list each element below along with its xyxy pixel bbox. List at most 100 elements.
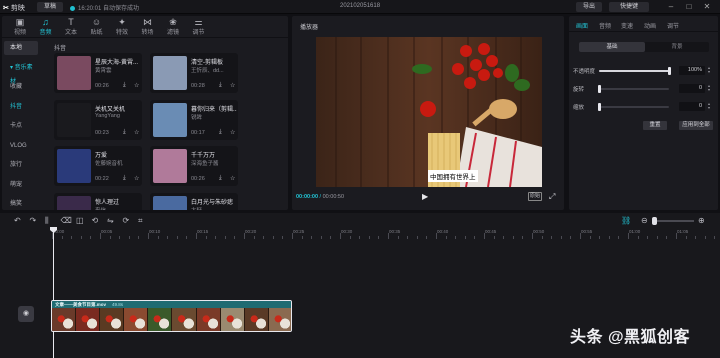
property-value-input[interactable]: 0 [679, 102, 705, 111]
slider-knob[interactable] [597, 103, 601, 111]
inspector-tab[interactable]: 调节 [667, 21, 679, 30]
apply-to-all-button[interactable]: 应用到全部 [679, 121, 713, 130]
video-preview[interactable]: 中国拥有世界上 [316, 37, 542, 187]
minimize-icon[interactable]: – [665, 2, 677, 12]
star-icon[interactable]: ☆ [134, 175, 139, 182]
maximize-icon[interactable]: □ [683, 2, 695, 12]
music-thumbnail [57, 195, 91, 210]
playhead[interactable] [53, 229, 54, 358]
play-button[interactable]: ▶ [422, 192, 428, 201]
ruler-tick [234, 236, 236, 239]
app-name: 剪映 [10, 5, 25, 12]
star-icon[interactable]: ☆ [230, 175, 235, 182]
category-item[interactable]: 收藏 [4, 80, 38, 94]
music-item[interactable]: 清空-剪辑板 王忻辰、dd... 00:28 ⤓ ☆ [150, 53, 238, 93]
music-item[interactable]: 白月光与朱砂痣大籽⤓☆ [150, 192, 238, 210]
draft-menu-button[interactable]: 草稿 [37, 2, 63, 12]
inspector-tab[interactable]: 动画 [644, 21, 656, 30]
property-slider[interactable] [599, 67, 671, 75]
download-icon[interactable]: ⤓ [123, 129, 126, 136]
category-item[interactable]: 抖音 [4, 100, 38, 114]
star-icon[interactable]: ☆ [230, 82, 235, 89]
reverse-icon[interactable]: ⟲ [92, 216, 99, 225]
fullscreen-icon[interactable]: ⤢ [549, 192, 555, 202]
tab-text[interactable]: T 文本 [59, 17, 83, 36]
category-item[interactable]: 旅行 [4, 158, 38, 172]
inspector-tab[interactable]: 画面 [576, 21, 588, 30]
stepper-arrows-icon[interactable]: ▴ ▾ [708, 66, 710, 74]
star-icon[interactable]: ☆ [230, 129, 235, 136]
tab-sparkle[interactable]: ✦ 特效 [110, 17, 134, 36]
zoom-in-icon[interactable]: ⊕ [698, 216, 705, 225]
property-value-input[interactable]: 100% [679, 66, 705, 75]
music-item[interactable]: 惊人理过来信⤓☆ [54, 192, 142, 210]
clip-frame-thumbnail [244, 308, 269, 331]
tab-transition[interactable]: ⋈ 转场 [136, 17, 160, 36]
download-icon[interactable]: ⤓ [219, 175, 222, 182]
export-button[interactable]: 导出 [576, 2, 602, 12]
music-artist: 王忻辰、dd... [191, 68, 224, 74]
download-icon[interactable]: ⤓ [219, 82, 222, 89]
ruler-tick [138, 236, 140, 239]
zoom-slider[interactable] [652, 217, 694, 225]
close-icon[interactable]: ✕ [701, 2, 713, 12]
tab-sticker[interactable]: ☺ 贴纸 [85, 17, 109, 36]
music-item[interactable]: 关机又关机 YangYang 00:23 ⤓ ☆ [54, 99, 142, 140]
segment-basic[interactable]: 基础 [579, 42, 645, 52]
zoom-out-icon[interactable]: ⊖ [641, 216, 648, 225]
category-item[interactable]: 萌宠 [4, 178, 38, 192]
slider-knob[interactable] [597, 85, 601, 93]
star-icon[interactable]: ☆ [134, 82, 139, 89]
rotate-icon[interactable]: ⟳ [123, 216, 130, 225]
link-icon[interactable]: ⛓ [621, 216, 631, 225]
tab-adjust[interactable]: ⚌ 调节 [187, 17, 211, 36]
music-title: 星辰大海-黄霄... [95, 60, 138, 66]
video-clip[interactable]: 文章——美食节目第.mov 49.8s [51, 300, 292, 332]
download-icon[interactable]: ⤓ [219, 129, 222, 136]
download-icon[interactable]: ⤓ [123, 82, 126, 89]
download-icon[interactable]: ⤓ [123, 175, 126, 182]
tab-music-note[interactable]: ♫ 音频 [34, 17, 58, 36]
shortcut-button[interactable]: 快捷键 [609, 2, 649, 12]
delete-icon[interactable]: ⌫ [61, 216, 72, 225]
category-item[interactable]: 搞笑 [4, 197, 38, 211]
category-list: 本地 ▾ 音乐素材 收藏抖音卡点 VLOG 旅行萌宠搞笑 [2, 38, 38, 210]
tab-label: 滤镜 [166, 30, 179, 36]
music-duration: 00:26 [95, 83, 109, 89]
stepper-arrows-icon[interactable]: ▴ ▾ [708, 102, 710, 110]
music-item[interactable]: 千千万万 深海鱼子酱 00:26 ⤓ ☆ [150, 146, 238, 186]
segment-background[interactable]: 背景 [645, 42, 709, 52]
aspect-ratio-button[interactable]: 原始 [528, 192, 542, 201]
split-icon[interactable]: ⫼ [45, 216, 49, 226]
music-item[interactable]: 暮你归来（剪辑... 锐眸 00:17 ⤓ ☆ [150, 99, 238, 140]
tab-filter[interactable]: ❀ 滤镜 [161, 17, 185, 36]
zoom-slider-knob[interactable] [652, 217, 657, 225]
music-item[interactable]: 星辰大海-黄霄... 黄霄雲 00:26 ⤓ ☆ [54, 53, 142, 93]
category-item[interactable]: VLOG [4, 139, 38, 153]
ruler-label: 00:20 [245, 229, 257, 234]
category-item[interactable]: 本地 [4, 41, 38, 55]
clip-frame-thumbnail [220, 308, 245, 331]
property-slider[interactable] [597, 103, 669, 111]
redo-icon[interactable]: ↷ [30, 216, 37, 225]
tab-video[interactable]: ▣ 视频 [8, 17, 32, 36]
category-item[interactable]: ▾ 音乐素材 [4, 61, 38, 85]
ruler-tick [340, 233, 341, 239]
inspector-tab[interactable]: 变速 [621, 21, 633, 30]
property-value-input[interactable]: 0 [679, 84, 705, 93]
inspector-tab[interactable]: 音频 [599, 21, 611, 30]
stepper-arrows-icon[interactable]: ▴ ▾ [708, 84, 710, 92]
subtitle-text[interactable]: 中国拥有世界上 [428, 170, 478, 182]
property-slider[interactable] [597, 85, 669, 93]
category-item[interactable]: 卡点 [4, 119, 38, 133]
track-cover-icon[interactable]: ◉ [18, 306, 34, 322]
crop-icon[interactable]: ⌗ [138, 216, 143, 226]
time-ruler[interactable]: 00:00 00:05 00:10 00:15 00:20 00:25 00:30 00:35… [52, 229, 720, 239]
freeze-icon[interactable]: ◫ [76, 216, 84, 225]
slider-knob[interactable] [667, 67, 671, 75]
music-item[interactable]: 万爱 佐藤婉音机 00:22 ⤓ ☆ [54, 146, 142, 186]
undo-icon[interactable]: ↶ [14, 216, 21, 225]
star-icon[interactable]: ☆ [134, 129, 139, 136]
mirror-icon[interactable]: ⇋ [107, 216, 114, 225]
reset-button[interactable]: 重置 [643, 121, 667, 130]
